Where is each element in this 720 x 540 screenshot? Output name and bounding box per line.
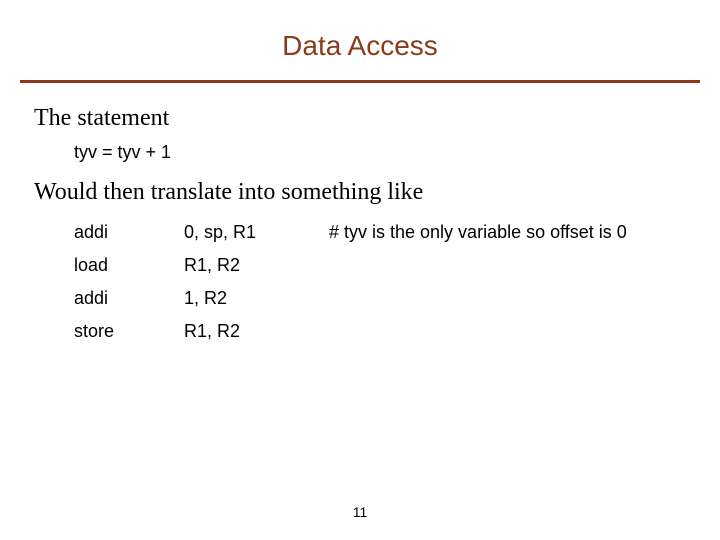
asm-op: store (74, 315, 184, 348)
intro-line-1: The statement (34, 105, 686, 132)
asm-comment (329, 282, 627, 315)
asm-args: R1, R2 (184, 315, 329, 348)
slide: Data Access The statement tyv = tyv + 1 … (0, 0, 720, 540)
asm-row: addi 1, R2 (74, 282, 627, 315)
slide-body: The statement tyv = tyv + 1 Would then t… (0, 105, 720, 348)
asm-args: 0, sp, R1 (184, 216, 329, 249)
asm-args: 1, R2 (184, 282, 329, 315)
asm-args: R1, R2 (184, 249, 329, 282)
intro-line-2: Would then translate into something like (34, 179, 686, 206)
asm-row: store R1, R2 (74, 315, 627, 348)
title-rule (20, 80, 700, 83)
asm-row: addi 0, sp, R1 # tyv is the only variabl… (74, 216, 627, 249)
asm-comment (329, 315, 627, 348)
asm-op: addi (74, 282, 184, 315)
assembly-listing: addi 0, sp, R1 # tyv is the only variabl… (74, 216, 627, 348)
asm-op: addi (74, 216, 184, 249)
asm-op: load (74, 249, 184, 282)
source-statement: tyv = tyv + 1 (74, 142, 686, 163)
asm-comment: # tyv is the only variable so offset is … (329, 216, 627, 249)
page-number: 11 (0, 504, 720, 520)
slide-title: Data Access (0, 0, 720, 80)
asm-row: load R1, R2 (74, 249, 627, 282)
asm-comment (329, 249, 627, 282)
